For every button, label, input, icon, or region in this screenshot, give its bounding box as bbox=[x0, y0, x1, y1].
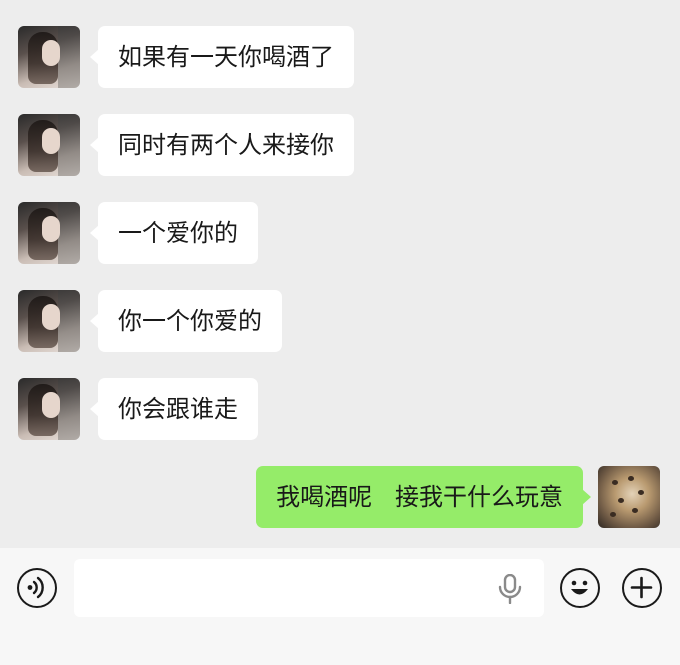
contact-avatar[interactable] bbox=[18, 290, 80, 352]
my-avatar[interactable] bbox=[598, 466, 660, 528]
avatar-spot bbox=[632, 508, 638, 513]
avatar-spot bbox=[612, 480, 618, 485]
avatar-spot bbox=[618, 498, 624, 503]
message-row: 如果有一天你喝酒了 bbox=[0, 26, 680, 90]
chat-area[interactable]: 如果有一天你喝酒了 同时有两个人来接你 一个爱你的 你一个你爱的 你会跟谁走 我… bbox=[0, 0, 680, 548]
received-message-bubble[interactable]: 你会跟谁走 bbox=[90, 378, 258, 440]
avatar-face bbox=[42, 216, 60, 242]
avatar-shade bbox=[58, 290, 80, 352]
avatar-shade bbox=[58, 378, 80, 440]
avatar-spot bbox=[628, 476, 634, 481]
received-message-bubble[interactable]: 一个爱你的 bbox=[90, 202, 258, 264]
contact-avatar[interactable] bbox=[18, 202, 80, 264]
microphone-icon[interactable] bbox=[496, 574, 524, 604]
avatar-face bbox=[42, 392, 60, 418]
avatar-face bbox=[42, 40, 60, 66]
message-row: 同时有两个人来接你 bbox=[0, 114, 680, 178]
message-row: 一个爱你的 bbox=[0, 202, 680, 266]
avatar-spot bbox=[610, 512, 616, 517]
voice-toggle-button[interactable] bbox=[17, 568, 57, 608]
avatar-shade bbox=[58, 26, 80, 88]
emoji-button[interactable] bbox=[560, 568, 600, 608]
message-input[interactable] bbox=[74, 559, 544, 617]
avatar-shade bbox=[58, 202, 80, 264]
contact-avatar[interactable] bbox=[18, 378, 80, 440]
avatar-spot bbox=[638, 490, 644, 495]
sent-message-bubble[interactable]: 我喝酒呢 接我干什么玩意 bbox=[256, 466, 591, 528]
message-row: 你会跟谁走 bbox=[0, 378, 680, 442]
contact-avatar[interactable] bbox=[18, 26, 80, 88]
avatar-face bbox=[42, 304, 60, 330]
received-message-bubble[interactable]: 如果有一天你喝酒了 bbox=[90, 26, 354, 88]
message-row: 我喝酒呢 接我干什么玩意 bbox=[0, 466, 680, 530]
avatar-shade bbox=[58, 114, 80, 176]
more-button[interactable] bbox=[622, 568, 662, 608]
voice-toggle-icon bbox=[27, 576, 44, 599]
contact-avatar[interactable] bbox=[18, 114, 80, 176]
input-bar bbox=[0, 548, 680, 665]
message-row: 你一个你爱的 bbox=[0, 290, 680, 354]
avatar-face bbox=[42, 128, 60, 154]
plus-icon bbox=[630, 576, 653, 599]
received-message-bubble[interactable]: 同时有两个人来接你 bbox=[90, 114, 354, 176]
emoji-icon bbox=[571, 580, 588, 595]
received-message-bubble[interactable]: 你一个你爱的 bbox=[90, 290, 282, 352]
